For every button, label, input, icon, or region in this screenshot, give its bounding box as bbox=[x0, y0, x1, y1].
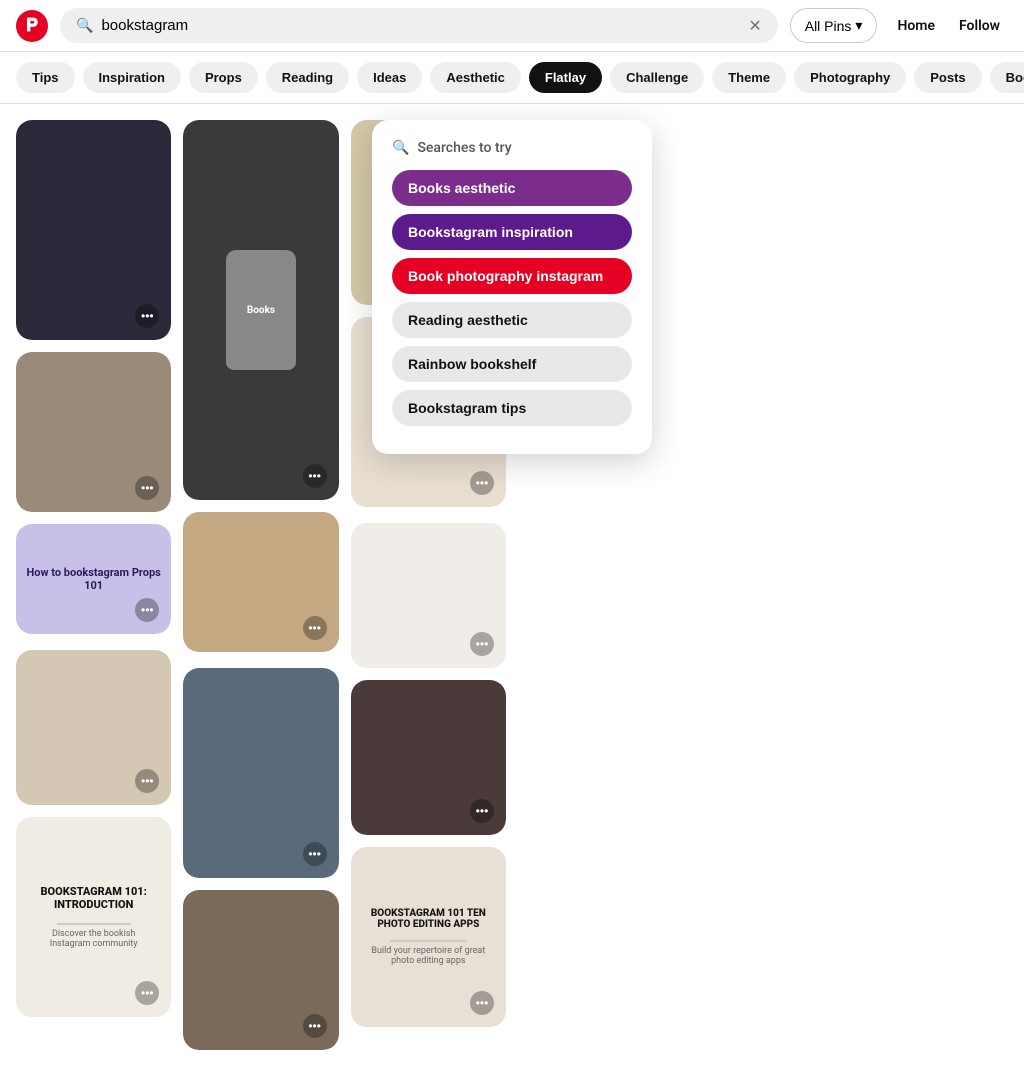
pin-item[interactable]: ••• bbox=[16, 120, 171, 340]
chevron-down-icon: ▾ bbox=[855, 17, 862, 34]
pinterest-logo[interactable]: 𝐏 bbox=[16, 10, 48, 42]
all-pins-label: All Pins bbox=[805, 18, 852, 34]
filter-chip-ideas[interactable]: Ideas bbox=[357, 62, 422, 93]
pinterest-p: 𝐏 bbox=[26, 15, 38, 36]
pin-item[interactable]: Books ••• bbox=[183, 120, 338, 500]
pin-item[interactable]: ••• bbox=[183, 668, 338, 878]
pin-options-button[interactable]: ••• bbox=[135, 981, 159, 1005]
pin-options-button[interactable]: ••• bbox=[470, 632, 494, 656]
search-icon: 🔍 bbox=[76, 18, 93, 34]
filter-bar: Tips Inspiration Props Reading Ideas Aestheti… bbox=[0, 52, 1024, 104]
nav-follow[interactable]: Follow bbox=[951, 14, 1008, 38]
pin-item[interactable]: ••• bbox=[16, 352, 171, 512]
pin-item[interactable]: BOOKSTAGRAM 101:INTRODUCTION Discover th… bbox=[16, 817, 171, 1017]
search-clear-icon[interactable]: ✕ bbox=[748, 16, 761, 35]
nav-home[interactable]: Home bbox=[889, 14, 943, 38]
pin-item[interactable]: ••• bbox=[351, 523, 506, 668]
suggestion-books-aesthetic[interactable]: Books aesthetic bbox=[392, 170, 632, 206]
search-bar[interactable]: 🔍 ✕ bbox=[60, 8, 778, 43]
pin-subtitle: Build your repertoire of great photo edi… bbox=[371, 946, 485, 966]
searches-dropdown: 🔍 Searches to try Books aesthetic Bookst… bbox=[372, 120, 652, 454]
pin-title: How to bookstagram Props 101 bbox=[26, 566, 160, 592]
search-icon-dropdown: 🔍 bbox=[392, 140, 409, 156]
pin-item[interactable]: ••• bbox=[183, 890, 338, 1050]
filter-chip-tips[interactable]: Tips bbox=[16, 62, 75, 93]
pin-options-button[interactable]: ••• bbox=[135, 304, 159, 328]
pin-options-button[interactable]: ••• bbox=[135, 769, 159, 793]
filter-chip-props[interactable]: Props bbox=[189, 62, 258, 93]
pin-options-button[interactable]: ••• bbox=[135, 476, 159, 500]
suggestion-bookstagram-inspiration[interactable]: Bookstagram inspiration bbox=[392, 214, 632, 250]
pin-subtitle: Discover the bookish Instagram community bbox=[50, 929, 138, 949]
pin-options-button[interactable]: ••• bbox=[303, 616, 327, 640]
pin-item[interactable]: ••• bbox=[16, 650, 171, 805]
pin-options-button[interactable]: ••• bbox=[470, 991, 494, 1015]
header: 𝐏 🔍 ✕ All Pins ▾ Home Follow bbox=[0, 0, 1024, 52]
filter-chip-photography[interactable]: Photography bbox=[794, 62, 906, 93]
pin-item[interactable]: BOOKSTAGRAM 101 TEN PHOTO EDITING APPS B… bbox=[351, 847, 506, 1027]
pin-options-button[interactable]: ••• bbox=[303, 842, 327, 866]
nav-links: Home Follow bbox=[889, 14, 1008, 38]
pin-title: BOOKSTAGRAM 101 TEN PHOTO EDITING APPS bbox=[371, 908, 486, 930]
dropdown-title: 🔍 Searches to try bbox=[392, 140, 632, 156]
pin-options-button[interactable]: ••• bbox=[303, 1014, 327, 1038]
logo-area[interactable]: 𝐏 bbox=[16, 10, 48, 42]
pin-options-button[interactable]: ••• bbox=[303, 464, 327, 488]
filter-chip-posts[interactable]: Posts bbox=[914, 62, 981, 93]
pin-options-button[interactable]: ••• bbox=[470, 799, 494, 823]
all-pins-button[interactable]: All Pins ▾ bbox=[790, 8, 878, 43]
filter-chip-inspiration[interactable]: Inspiration bbox=[83, 62, 181, 93]
suggestion-book-photography[interactable]: Book photography instagram bbox=[392, 258, 632, 294]
pin-item[interactable]: ••• bbox=[183, 512, 338, 652]
filter-chip-flatlay[interactable]: Flatlay bbox=[529, 62, 602, 93]
pin-options-button[interactable]: ••• bbox=[135, 598, 159, 622]
suggestion-reading-aesthetic[interactable]: Reading aesthetic bbox=[392, 302, 632, 338]
suggestion-rainbow-bookshelf[interactable]: Rainbow bookshelf bbox=[392, 346, 632, 382]
filter-chip-reading[interactable]: Reading bbox=[266, 62, 349, 93]
pin-item[interactable]: How to bookstagram Props 101 ••• bbox=[16, 524, 171, 634]
suggestion-bookstagram-tips[interactable]: Bookstagram tips bbox=[392, 390, 632, 426]
pin-options-button[interactable]: ••• bbox=[470, 471, 494, 495]
main-content: ••• ••• How to bookstagram Props 101 bbox=[0, 104, 1024, 1082]
filter-chip-bookshelves[interactable]: Bookshelves bbox=[990, 62, 1024, 93]
filter-chip-theme[interactable]: Theme bbox=[712, 62, 786, 93]
search-input[interactable] bbox=[101, 17, 740, 34]
pin-title: BOOKSTAGRAM 101:INTRODUCTION bbox=[40, 885, 146, 911]
filter-chip-challenge[interactable]: Challenge bbox=[610, 62, 704, 93]
pin-item[interactable]: ••• bbox=[351, 680, 506, 835]
filter-chip-aesthetic[interactable]: Aesthetic bbox=[430, 62, 521, 93]
